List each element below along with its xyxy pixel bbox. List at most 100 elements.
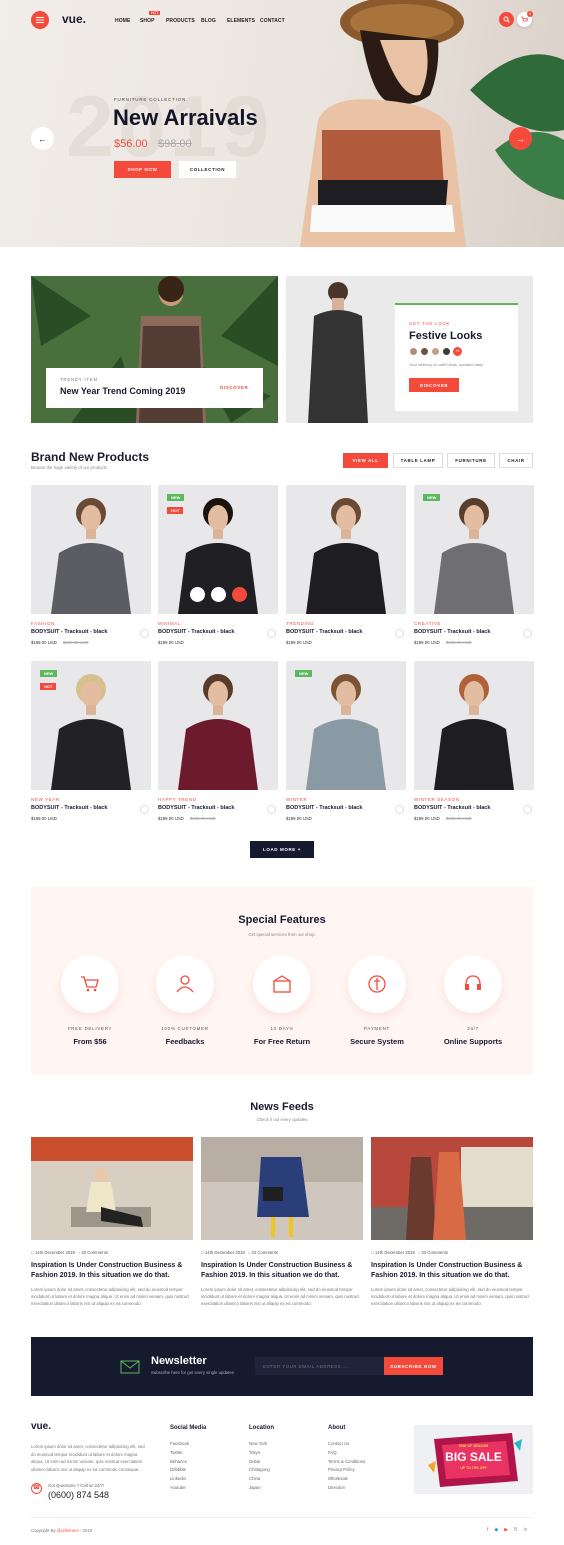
news-comments[interactable]: 33 Comments	[421, 1250, 448, 1255]
product-card[interactable]: NEW CREATIVE BODYSUIT - Tracksuit - blac…	[414, 485, 534, 645]
footer-about-link[interactable]: Privacy Policy	[328, 1466, 365, 1475]
footer-social-twitter[interactable]: Twitter	[170, 1449, 206, 1458]
promo-trend-discover[interactable]: DISCOVER	[220, 385, 248, 390]
product-card[interactable]: WINTER SEASON BODYSUIT - Tracksuit - bla…	[414, 661, 534, 821]
news-card[interactable]: □ 14th December 2018 ▫ 33 Comments Inspi…	[201, 1137, 363, 1307]
product-card[interactable]: TRENDING BODYSUIT - Tracksuit - black $1…	[286, 485, 406, 645]
news-title[interactable]: Inspiration Is Under Construction Busine…	[371, 1261, 533, 1281]
news-image[interactable]	[201, 1137, 363, 1240]
footer-location-link[interactable]: Japan	[249, 1484, 274, 1493]
product-image[interactable]: NEW HOT	[31, 661, 151, 790]
news-image[interactable]	[371, 1137, 533, 1240]
product-image[interactable]: NEW	[286, 661, 406, 790]
wishlist-heart-icon[interactable]	[395, 805, 404, 814]
nav-shop[interactable]: SHOP	[140, 18, 155, 24]
youtube-icon[interactable]: ▶	[504, 1527, 508, 1533]
footer-logo[interactable]: vue.	[31, 1421, 51, 1432]
product-name[interactable]: BODYSUIT - Tracksuit - black	[286, 629, 406, 635]
footer-location-link[interactable]: China	[249, 1475, 274, 1484]
footer-about-link[interactable]: Contact Us	[328, 1440, 365, 1449]
big-sale-banner[interactable]: END OF SEASON BIG SALE UP TO 70% OFF	[414, 1425, 533, 1494]
product-card[interactable]: FASHION BODYSUIT - Tracksuit - black $19…	[31, 485, 151, 645]
facebook-icon[interactable]: f	[487, 1527, 488, 1533]
product-image[interactable]	[414, 661, 534, 790]
product-name[interactable]: BODYSUIT - Tracksuit - black	[158, 629, 278, 635]
wishlist-heart-icon[interactable]	[523, 629, 532, 638]
filter-table-lamp[interactable]: TABLE LAMP	[393, 453, 443, 468]
filter-view-all[interactable]: VIEW ALL	[343, 453, 388, 468]
news-card[interactable]: □ 14th December 2018 ▫ 33 Comments Inspi…	[31, 1137, 193, 1307]
promo-trend-card[interactable]: TRENDY ITEM New Year Trend Coming 2019 D…	[31, 276, 278, 423]
footer-about-link[interactable]: Terms & Conditions	[328, 1458, 365, 1467]
footer-social-linkedin[interactable]: Linkedin	[170, 1475, 206, 1484]
footer-social-facebook[interactable]: Facebook	[170, 1440, 206, 1449]
promo-looks-card[interactable]: GET THE LOOK Festive Looks +6 Your deliv…	[286, 276, 533, 423]
product-name[interactable]: BODYSUIT - Tracksuit - black	[414, 629, 534, 635]
footer-about-link[interactable]: Direction	[328, 1484, 365, 1493]
menu-button[interactable]	[31, 11, 49, 29]
footer-social-dribbble[interactable]: Dribbble	[170, 1466, 206, 1475]
footer-about-link[interactable]: FAQ	[328, 1449, 365, 1458]
filter-furniture[interactable]: FURNITURE	[447, 453, 495, 468]
shop-now-button[interactable]: SHOP NOW	[114, 161, 171, 178]
news-card[interactable]: □ 14th December 2018 ▫ 33 Comments Inspi…	[371, 1137, 533, 1307]
product-image[interactable]	[286, 485, 406, 614]
footer-social-behance[interactable]: Behance	[170, 1458, 206, 1467]
product-name[interactable]: BODYSUIT - Tracksuit - black	[31, 805, 151, 811]
linkedin-icon[interactable]: in	[523, 1527, 527, 1533]
hero-next-button[interactable]: →	[509, 127, 532, 150]
product-name[interactable]: BODYSUIT - Tracksuit - black	[158, 805, 278, 811]
wishlist-heart-icon[interactable]	[523, 805, 532, 814]
product-name[interactable]: BODYSUIT - Tracksuit - black	[414, 805, 534, 811]
copyright-brand[interactable]: @uithemes	[57, 1528, 79, 1533]
search-button[interactable]	[499, 12, 514, 27]
nav-elements[interactable]: ELEMENTS	[227, 18, 255, 24]
news-title[interactable]: Inspiration Is Under Construction Busine…	[31, 1261, 193, 1281]
news-image[interactable]	[31, 1137, 193, 1240]
behance-icon[interactable]: B	[514, 1527, 517, 1533]
wishlist-heart-icon[interactable]	[267, 629, 276, 638]
footer-location-link[interactable]: Tokyo	[249, 1449, 274, 1458]
product-image[interactable]	[31, 485, 151, 614]
nav-home[interactable]: HOME	[115, 18, 130, 24]
product-card[interactable]: NEW WINTER BODYSUIT - Tracksuit - black …	[286, 661, 406, 821]
footer-location-link[interactable]: Chittagong	[249, 1466, 274, 1475]
nav-contact[interactable]: CONTACT	[260, 18, 285, 24]
wishlist-heart-icon[interactable]	[395, 629, 404, 638]
footer-location-link[interactable]: Dubai	[249, 1458, 274, 1467]
product-card[interactable]: NEW HOT MINIMAL BODYSUIT - Tracksuit - bl…	[158, 485, 278, 645]
product-image[interactable]: NEW	[414, 485, 534, 614]
footer-phone[interactable]: (0600) 874 548	[48, 1490, 109, 1500]
logo[interactable]: vue.	[62, 12, 86, 26]
cart-button[interactable]: 0	[517, 11, 533, 27]
wishlist-heart-icon[interactable]	[140, 805, 149, 814]
news-comments[interactable]: 33 Comments	[251, 1250, 278, 1255]
product-card[interactable]: NEW HOT NEW YEAR BODYSUIT - Tracksuit - b…	[31, 661, 151, 821]
promo-looks-discover-button[interactable]: DISCOVER	[409, 378, 459, 392]
quick-view-button[interactable]	[190, 587, 205, 602]
subscribe-button[interactable]: SUBSCRIBE NOW	[384, 1357, 443, 1375]
product-card[interactable]: HAPPY TREND BODYSUIT - Tracksuit - black…	[158, 661, 278, 821]
footer-about-link[interactable]: Wholesale	[328, 1475, 365, 1484]
nav-blog[interactable]: BLOG	[201, 18, 216, 24]
news-comments[interactable]: 33 Comments	[81, 1250, 108, 1255]
news-title[interactable]: Inspiration Is Under Construction Busine…	[201, 1261, 363, 1281]
product-image[interactable]: NEW HOT	[158, 485, 278, 614]
newsletter-email-input[interactable]	[255, 1357, 385, 1375]
wishlist-heart-icon[interactable]	[267, 805, 276, 814]
add-to-cart-button[interactable]	[232, 587, 247, 602]
product-category: CREATIVE	[414, 621, 441, 626]
hero-prev-button[interactable]: ←	[31, 127, 54, 150]
product-name[interactable]: BODYSUIT - Tracksuit - black	[286, 805, 406, 811]
product-image[interactable]	[158, 661, 278, 790]
nav-products[interactable]: PRODUCTS	[166, 18, 195, 24]
footer-social-youtube[interactable]: Youtube	[170, 1484, 206, 1493]
filter-chair[interactable]: CHAIR	[499, 453, 533, 468]
collection-button[interactable]: COLLECTION	[179, 161, 236, 178]
compare-button[interactable]	[211, 587, 226, 602]
product-name[interactable]: BODYSUIT - Tracksuit - black	[31, 629, 151, 635]
load-more-button[interactable]: LOAD MORE +	[250, 841, 314, 858]
footer-location-link[interactable]: New York	[249, 1440, 274, 1449]
twitter-icon[interactable]: ◆	[494, 1527, 498, 1533]
wishlist-heart-icon[interactable]	[140, 629, 149, 638]
